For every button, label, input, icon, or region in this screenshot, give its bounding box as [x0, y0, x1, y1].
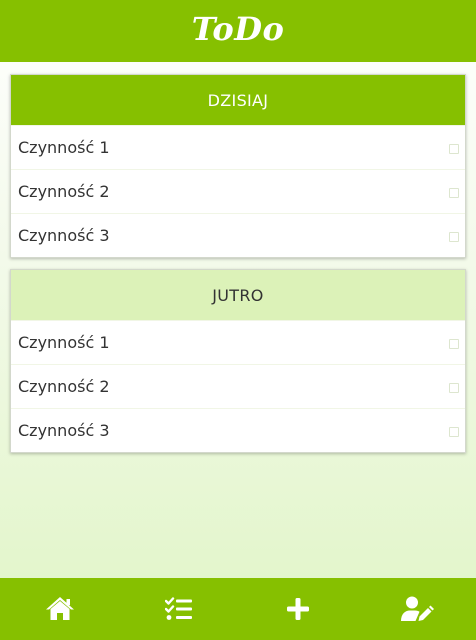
user-edit-icon: [400, 596, 434, 622]
task-item[interactable]: Czynność 2: [11, 364, 465, 408]
task-checkbox[interactable]: [449, 144, 459, 154]
task-checkbox[interactable]: [449, 232, 459, 242]
task-item[interactable]: Czynność 3: [11, 408, 465, 452]
home-icon: [45, 596, 75, 622]
section-today: DZISIAJ Czynność 1 Czynność 2 Czynność 3: [10, 74, 466, 258]
tab-task-list[interactable]: [119, 578, 238, 640]
app-title: ToDo: [191, 10, 285, 48]
plus-icon: [286, 597, 310, 621]
tab-user-edit[interactable]: [357, 578, 476, 640]
section-title-tomorrow: JUTRO: [212, 285, 264, 305]
app-header: ToDo: [0, 0, 476, 62]
task-label: Czynność 3: [18, 421, 110, 440]
section-header-today[interactable]: DZISIAJ: [11, 75, 465, 125]
task-label: Czynność 1: [18, 333, 110, 352]
task-checkbox[interactable]: [449, 339, 459, 349]
tab-add[interactable]: [238, 578, 357, 640]
task-item[interactable]: Czynność 1: [11, 320, 465, 364]
task-label: Czynność 2: [18, 182, 110, 201]
task-checkbox[interactable]: [449, 427, 459, 437]
task-item[interactable]: Czynność 3: [11, 213, 465, 257]
section-title-today: DZISIAJ: [207, 90, 269, 110]
task-checkbox[interactable]: [449, 188, 459, 198]
task-item[interactable]: Czynność 1: [11, 125, 465, 169]
tab-home[interactable]: [0, 578, 119, 640]
task-label: Czynność 3: [18, 226, 110, 245]
task-label: Czynność 2: [18, 377, 110, 396]
task-label: Czynność 1: [18, 138, 110, 157]
task-checkbox[interactable]: [449, 383, 459, 393]
section-tomorrow: JUTRO Czynność 1 Czynność 2 Czynność 3: [10, 269, 466, 453]
task-item[interactable]: Czynność 2: [11, 169, 465, 213]
bottom-tab-bar: [0, 578, 476, 640]
task-list-icon: [164, 597, 193, 621]
section-header-tomorrow[interactable]: JUTRO: [11, 270, 465, 320]
